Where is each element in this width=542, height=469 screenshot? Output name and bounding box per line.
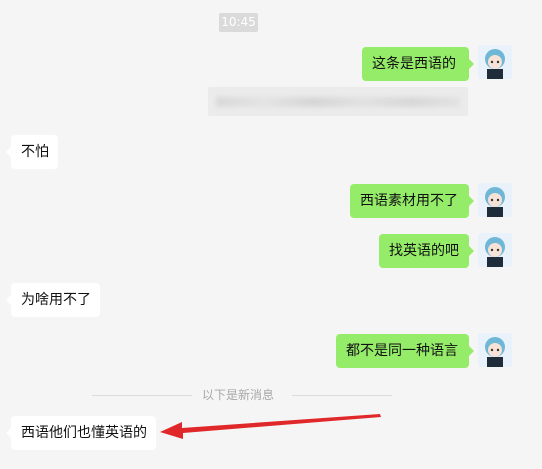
incoming-message-2[interactable]: 为啥用不了 xyxy=(6,283,100,317)
blur-overlay xyxy=(216,97,460,107)
user-avatar-icon[interactable] xyxy=(478,45,512,79)
user-avatar-icon[interactable] xyxy=(478,333,512,367)
incoming-message-1[interactable]: 不怕 xyxy=(6,135,58,169)
blurred-message xyxy=(208,87,468,116)
divider-line-right xyxy=(292,395,392,396)
outgoing-message-2[interactable]: 西语素材用不了 xyxy=(350,184,474,218)
incoming-message-3[interactable]: 西语他们也懂英语的 xyxy=(6,416,156,450)
outgoing-message-3[interactable]: 找英语的吧 xyxy=(379,234,474,268)
divider-line-left xyxy=(92,395,192,396)
new-messages-divider: 以下是新消息 xyxy=(92,387,442,403)
outgoing-message-4[interactable]: 都不是同一种语言 xyxy=(336,334,474,368)
chat-window: 10:45 这条是西语的 不怕 西语素材用不了 找英语的吧 为啥用不了 都不是同… xyxy=(0,0,542,469)
user-avatar-icon[interactable] xyxy=(478,183,512,217)
outgoing-message-1[interactable]: 这条是西语的 xyxy=(362,47,474,81)
divider-label: 以下是新消息 xyxy=(202,388,275,402)
message-timestamp: 10:45 xyxy=(219,13,258,32)
user-avatar-icon[interactable] xyxy=(478,233,512,267)
